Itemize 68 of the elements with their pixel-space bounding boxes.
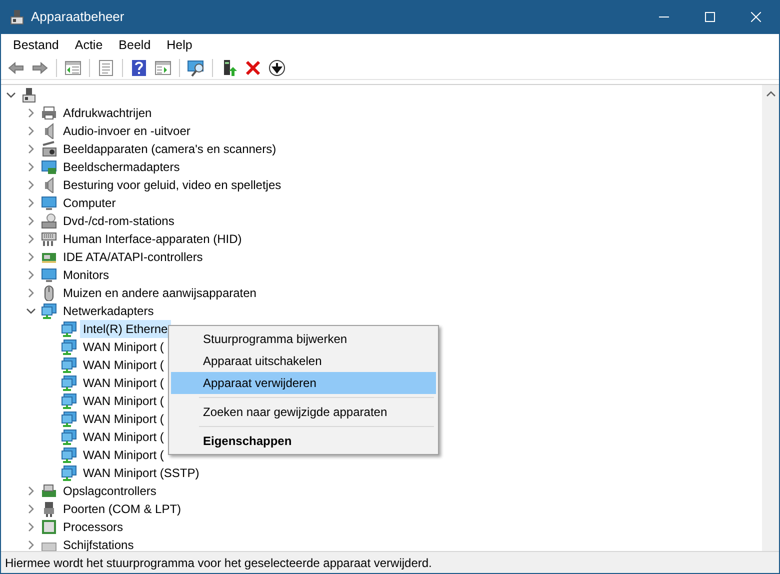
tree-item[interactable]: WAN Miniport ( bbox=[80, 392, 167, 410]
tree-item[interactable]: Computer bbox=[60, 194, 119, 212]
printer-icon bbox=[41, 105, 57, 121]
port-icon bbox=[41, 501, 57, 517]
tree-item[interactable]: WAN Miniport ( bbox=[80, 428, 167, 446]
tree-item[interactable]: Beeldapparaten (camera's en scanners) bbox=[60, 140, 280, 158]
disc-drive-icon bbox=[41, 213, 57, 229]
storage-controller-icon bbox=[41, 483, 57, 499]
network-icon bbox=[61, 447, 77, 463]
tree-item[interactable]: Dvd-/cd-rom-stations bbox=[60, 212, 178, 230]
network-icon bbox=[61, 465, 77, 481]
tree-item[interactable]: Processors bbox=[60, 518, 126, 536]
menu-item[interactable]: Zoeken naar gewijzigde apparaten bbox=[171, 401, 436, 423]
menu-item[interactable]: Apparaat verwijderen bbox=[171, 372, 436, 394]
menu-item[interactable]: Bestand bbox=[5, 34, 67, 56]
menu-item[interactable]: Actie bbox=[66, 34, 111, 56]
network-icon bbox=[61, 339, 77, 355]
keyboard-icon bbox=[41, 231, 57, 247]
console-tree-icon bbox=[64, 58, 82, 76]
tree-item[interactable]: Opslagcontrollers bbox=[60, 482, 160, 500]
menu-item[interactable]: Eigenschappen bbox=[171, 430, 436, 452]
tree-item[interactable]: Netwerkadapters bbox=[60, 302, 157, 320]
help-icon bbox=[130, 58, 148, 76]
tree-item[interactable]: WAN Miniport (SSTP) bbox=[80, 464, 202, 482]
scroll-up-icon bbox=[766, 89, 776, 99]
properties-icon bbox=[97, 58, 115, 76]
menu-item[interactable]: Apparaat uitschakelen bbox=[171, 350, 436, 372]
tree-item[interactable]: WAN Miniport ( bbox=[80, 410, 167, 428]
menu-item[interactable]: Stuurprogramma bijwerken bbox=[171, 328, 436, 350]
tree-item[interactable]: IDE ATA/ATAPI-controllers bbox=[60, 248, 206, 266]
computer-icon bbox=[21, 87, 37, 103]
scan-icon bbox=[187, 58, 205, 76]
monitor-icon bbox=[41, 267, 57, 283]
device-manager-icon bbox=[9, 9, 25, 25]
menu-item[interactable]: Beeld bbox=[110, 34, 159, 56]
tree-item[interactable]: Poorten (COM & LPT) bbox=[60, 500, 184, 518]
network-icon bbox=[61, 393, 77, 409]
download-icon bbox=[268, 58, 286, 76]
tree-item[interactable]: WAN Miniport ( bbox=[80, 446, 167, 464]
tree-item[interactable]: Muizen en andere aanwijsapparaten bbox=[60, 284, 260, 302]
network-icon bbox=[61, 357, 77, 373]
network-icon bbox=[61, 411, 77, 427]
tree-item[interactable]: Intel(R) Etherne bbox=[80, 320, 171, 338]
tree-item[interactable]: Human Interface-apparaten (HID) bbox=[60, 230, 245, 248]
scrollbar[interactable] bbox=[762, 85, 779, 551]
display-adapter-icon bbox=[41, 159, 57, 175]
monitor-icon bbox=[41, 195, 57, 211]
tree-item[interactable]: Audio-invoer en -uitvoer bbox=[60, 122, 194, 140]
camera-icon bbox=[41, 141, 57, 157]
tree-item[interactable]: WAN Miniport ( bbox=[80, 374, 167, 392]
tree-item[interactable]: Monitors bbox=[60, 266, 112, 284]
menu-item[interactable]: Help bbox=[158, 34, 200, 56]
window-title: Apparaatbeheer bbox=[31, 8, 124, 26]
tree-item[interactable]: WAN Miniport ( bbox=[80, 356, 167, 374]
maximize-icon bbox=[705, 12, 715, 22]
processor-icon bbox=[41, 519, 57, 535]
status-text: Hiermee wordt het stuurprogramma voor het geselecteerde apparaat verwijderd. bbox=[5, 554, 432, 572]
network-icon bbox=[61, 321, 77, 337]
tree-item[interactable]: WAN Miniport ( bbox=[80, 338, 167, 356]
tree-item[interactable]: Besturing voor geluid, video en spelletjes bbox=[60, 176, 284, 194]
tree-item[interactable]: Afdrukwachtrijen bbox=[60, 104, 155, 122]
close-icon bbox=[751, 12, 761, 22]
action-pane-icon bbox=[154, 58, 172, 76]
remove-icon bbox=[244, 58, 262, 76]
network-icon bbox=[41, 303, 57, 319]
network-icon bbox=[61, 375, 77, 391]
tree-item[interactable]: Beeldschermadapters bbox=[60, 158, 183, 176]
network-icon bbox=[61, 429, 77, 445]
